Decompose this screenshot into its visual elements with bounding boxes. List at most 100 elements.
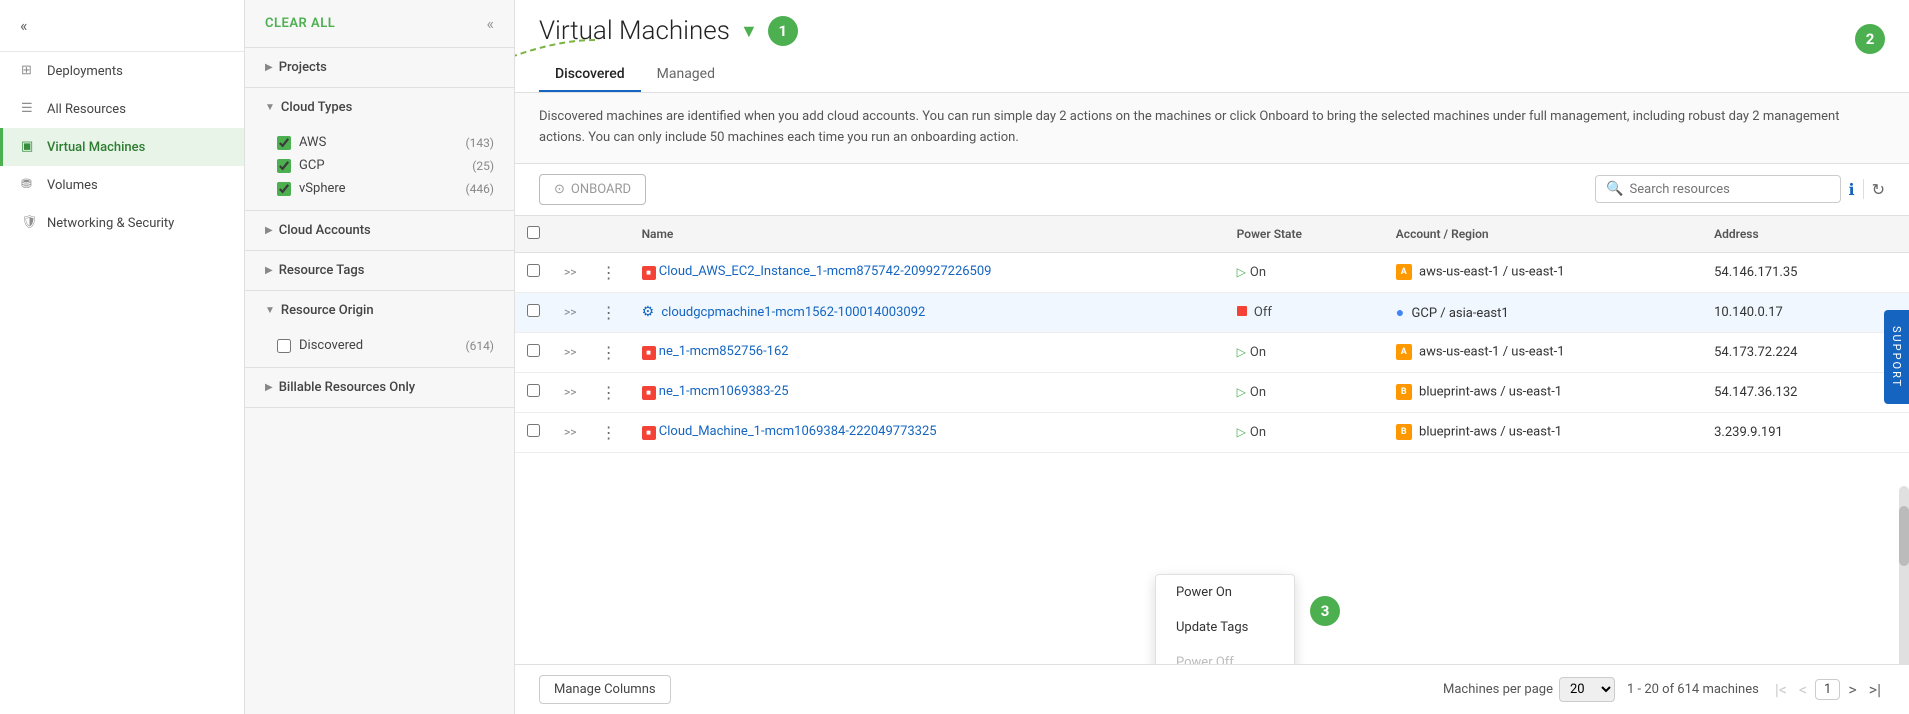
row-expand-arrow[interactable]: >>: [564, 385, 577, 399]
row-actions-dots[interactable]: ⋮: [601, 343, 618, 362]
sidebar-item-virtual-machines[interactable]: ▣ Virtual Machines: [0, 128, 244, 166]
description-bar: Discovered machines are identified when …: [515, 93, 1909, 164]
select-all-checkbox[interactable]: [527, 226, 540, 239]
filter-checkbox-vsphere[interactable]: [277, 182, 291, 196]
vm-name-link[interactable]: Cloud_AWS_EC2_Instance_1-mcm875742-20992…: [659, 264, 992, 279]
filter-checkbox-gcp[interactable]: [277, 159, 291, 173]
filter-item-gcp-text: GCP: [299, 158, 325, 173]
row-actions-dots[interactable]: ⋮: [601, 383, 618, 402]
onboard-button[interactable]: ⊙ ONBOARD: [539, 174, 646, 205]
address-text: 54.147.36.132: [1714, 385, 1797, 400]
row-actions-dots[interactable]: ⋮: [601, 303, 618, 322]
search-input[interactable]: [1630, 182, 1830, 197]
row-expand-arrow[interactable]: >>: [564, 305, 577, 319]
power-on-arrow-icon: ▷: [1237, 265, 1246, 279]
per-page-label: Machines per page: [1443, 682, 1553, 697]
filter-section-resource-tags: ▶ Resource Tags: [245, 251, 514, 291]
context-menu-item-power-on[interactable]: Power On: [1156, 575, 1294, 610]
scroll-thumb[interactable]: [1899, 506, 1909, 566]
row-name-cell: ■ ne_1-mcm1069383-25: [630, 372, 1225, 412]
power-on-arrow-icon: ▷: [1237, 425, 1246, 439]
row-power-cell: ▷ On: [1225, 332, 1384, 372]
row-checkbox[interactable]: [527, 424, 540, 437]
first-page-button[interactable]: |<: [1771, 678, 1791, 701]
row-name-cell: ■ Cloud_Machine_1-mcm1069384-22204977332…: [630, 412, 1225, 452]
filter-section-projects-header[interactable]: ▶ Projects: [245, 48, 514, 87]
sidebar-item-networking-security[interactable]: 🛡 Networking & Security: [0, 204, 244, 242]
row-expand-cell: >>: [552, 412, 589, 452]
sidebar-collapse-button[interactable]: «: [16, 12, 32, 39]
filter-section-resource-origin: ▼ Resource Origin Discovered (614): [245, 291, 514, 368]
shield-icon: 🛡: [21, 215, 37, 231]
filter-section-projects-label: Projects: [279, 60, 327, 75]
vm-name-link[interactable]: ne_1-mcm1069383-25: [659, 384, 789, 399]
row-expand-arrow[interactable]: >>: [564, 425, 577, 439]
row-address-cell: 54.147.36.132: [1702, 372, 1909, 412]
table-container: Name Power State Account / Region Addres…: [515, 216, 1909, 664]
chevron-right-icon: ▶: [265, 382, 273, 393]
clear-all-button[interactable]: CLEAR ALL: [265, 16, 335, 31]
last-page-button[interactable]: >|: [1865, 678, 1885, 701]
context-menu-power-on-label: Power On: [1176, 585, 1232, 600]
grid-icon: ⊞: [21, 63, 37, 79]
row-expand-arrow[interactable]: >>: [564, 265, 577, 279]
header-power-label: Power State: [1237, 227, 1302, 241]
sidebar-item-all-resources[interactable]: ☰ All Resources: [0, 90, 244, 128]
row-checkbox[interactable]: [527, 344, 540, 357]
filter-collapse-icon[interactable]: «: [486, 14, 494, 33]
resource-origin-items: Discovered (614): [245, 330, 514, 367]
header-address-col: Address: [1702, 216, 1909, 253]
filter-item-gcp-count: (25): [472, 159, 494, 173]
manage-columns-label: Manage Columns: [554, 682, 656, 697]
sidebar-item-volumes[interactable]: ⛃ Volumes: [0, 166, 244, 204]
row-actions-dots[interactable]: ⋮: [601, 423, 618, 442]
row-actions-dots[interactable]: ⋮: [601, 263, 618, 282]
vm-name-link[interactable]: Cloud_Machine_1-mcm1069384-222049773325: [659, 424, 937, 439]
filter-funnel-icon[interactable]: ▼: [740, 21, 758, 42]
header-account-label: Account / Region: [1396, 227, 1489, 241]
tab-discovered[interactable]: Discovered: [539, 58, 641, 92]
vm-name-link[interactable]: ne_1-mcm852756-162: [659, 344, 789, 359]
address-text: 3.239.9.191: [1714, 425, 1783, 440]
row-checkbox[interactable]: [527, 384, 540, 397]
sidebar-item-deployments[interactable]: ⊞ Deployments: [0, 52, 244, 90]
filter-checkbox-aws[interactable]: [277, 136, 291, 150]
tab-managed[interactable]: Managed: [641, 58, 731, 92]
filter-section-billable-header[interactable]: ▶ Billable Resources Only: [245, 368, 514, 407]
row-account-cell: A aws-us-east-1 / us-east-1: [1384, 252, 1702, 292]
aws-account-icon: A: [1396, 344, 1412, 360]
filter-item-gcp-label[interactable]: GCP: [277, 158, 325, 173]
filter-section-resource-tags-header[interactable]: ▶ Resource Tags: [245, 251, 514, 290]
row-expand-arrow[interactable]: >>: [564, 345, 577, 359]
next-page-button[interactable]: >: [1844, 678, 1860, 701]
per-page-select[interactable]: 20 50 100: [1559, 677, 1615, 702]
page-nav: |< < 1 > >|: [1771, 678, 1885, 701]
manage-columns-button[interactable]: Manage Columns: [539, 675, 671, 704]
filter-item-vsphere: vSphere (446): [277, 177, 494, 200]
vm-name-link[interactable]: cloudgcpmachine1-mcm1562-100014003092: [661, 305, 925, 320]
row-checkbox[interactable]: [527, 264, 540, 277]
row-checkbox[interactable]: [527, 304, 540, 317]
refresh-icon[interactable]: ↻: [1872, 180, 1885, 199]
filter-item-aws-label[interactable]: AWS: [277, 135, 326, 150]
tab-managed-label: Managed: [657, 66, 715, 82]
filter-item-discovered-text: Discovered: [299, 338, 363, 353]
account-text: blueprint-aws / us-east-1: [1419, 385, 1562, 400]
page-info: 1 - 20 of 614 machines: [1627, 682, 1759, 697]
filter-section-cloud-accounts-header[interactable]: ▶ Cloud Accounts: [245, 211, 514, 250]
prev-page-button[interactable]: <: [1795, 678, 1811, 701]
filter-item-discovered-label[interactable]: Discovered: [277, 338, 363, 353]
filter-section-cloud-types-header[interactable]: ▼ Cloud Types: [245, 88, 514, 127]
filter-section-projects: ▶ Projects: [245, 48, 514, 88]
context-menu-item-update-tags[interactable]: Update Tags: [1156, 610, 1294, 645]
filter-item-vsphere-label[interactable]: vSphere: [277, 181, 346, 196]
filter-section-resource-origin-label: Resource Origin: [281, 303, 374, 318]
scrollbar[interactable]: [1899, 486, 1909, 664]
filter-checkbox-discovered[interactable]: [277, 339, 291, 353]
support-tab[interactable]: SUPPORT: [1884, 310, 1909, 404]
filter-section-resource-origin-header[interactable]: ▼ Resource Origin: [245, 291, 514, 330]
info-icon[interactable]: ℹ: [1849, 180, 1855, 199]
power-on-arrow-icon: ▷: [1237, 385, 1246, 399]
toolbar-divider: [1863, 179, 1864, 199]
context-menu-item-power-off[interactable]: Power Off: [1156, 645, 1294, 664]
